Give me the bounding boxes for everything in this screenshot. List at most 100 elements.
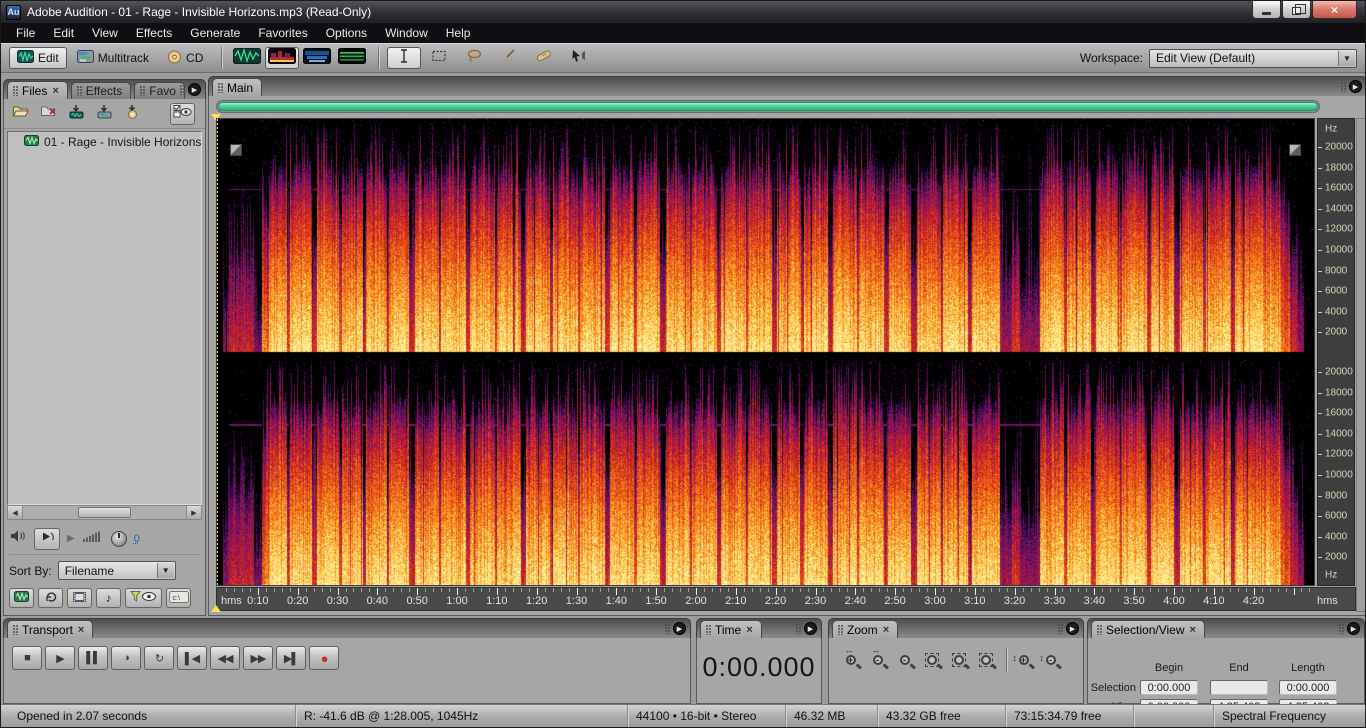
zoom-out-full-button[interactable]: - bbox=[893, 648, 920, 672]
multitrack-view-button[interactable]: Multitrack bbox=[69, 47, 157, 69]
file-item[interactable]: 01 - Rage - Invisible Horizons.mp bbox=[8, 132, 201, 151]
spectral-phase-display-button[interactable] bbox=[335, 47, 369, 69]
play-button[interactable]: ▶ bbox=[45, 646, 75, 670]
menu-effects[interactable]: Effects bbox=[127, 24, 181, 42]
zoom-in-vertical-button[interactable]: +↕ bbox=[1012, 648, 1039, 672]
time-ruler[interactable]: 0:100:200:300:400:501:001:101:201:301:40… bbox=[216, 587, 1356, 611]
zoom-out-horizontal-button[interactable]: -↔ bbox=[866, 648, 893, 672]
menu-window[interactable]: Window bbox=[376, 24, 437, 42]
preview-play-button[interactable]: ▶ bbox=[67, 533, 75, 544]
minimize-button[interactable] bbox=[1252, 1, 1281, 19]
spectral-frequency-display-button[interactable] bbox=[265, 47, 299, 69]
tab-close-icon[interactable]: × bbox=[78, 624, 84, 636]
frequency-ruler[interactable]: Hz20000180001600014000120001000080006000… bbox=[1317, 118, 1355, 586]
rewind-button[interactable]: ◀◀ bbox=[210, 646, 240, 670]
go-to-beginning-button[interactable]: ▌◀ bbox=[177, 646, 207, 670]
selection-end-field[interactable] bbox=[1210, 680, 1268, 695]
panel-menu-button[interactable]: ▶ bbox=[1347, 622, 1360, 635]
file-list-hscrollbar[interactable]: ◀ ▶ bbox=[7, 505, 202, 520]
playhead-marker-bottom[interactable] bbox=[211, 605, 221, 612]
filter-eye-button[interactable] bbox=[125, 588, 162, 608]
zoom-in-left-edge-button[interactable] bbox=[974, 648, 1001, 672]
scrollbar-thumb[interactable] bbox=[78, 507, 130, 518]
sort-by-select[interactable]: Filename ▼ bbox=[58, 561, 176, 580]
scroll-right-icon[interactable]: ▶ bbox=[186, 506, 201, 519]
extract-cd-audio-button[interactable] bbox=[120, 103, 145, 125]
zoom-handle-top-left[interactable] bbox=[230, 144, 242, 156]
pause-button[interactable]: ▌▌ bbox=[78, 646, 108, 670]
tab-time[interactable]: Time× bbox=[700, 620, 762, 638]
fast-forward-button[interactable]: ▶▶ bbox=[243, 646, 273, 670]
import-file-button[interactable] bbox=[8, 103, 33, 125]
tab-main[interactable]: Main bbox=[212, 78, 262, 96]
tab-files[interactable]: Files× bbox=[7, 81, 68, 99]
zoom-out-vertical-button[interactable]: -↕ bbox=[1039, 648, 1066, 672]
spectral-display[interactable] bbox=[216, 118, 1315, 586]
zoom-in-right-edge-button[interactable] bbox=[947, 648, 974, 672]
panel-menu-button[interactable]: ▶ bbox=[673, 622, 686, 635]
edit-view-button[interactable]: Edit bbox=[9, 47, 67, 69]
tab-close-icon[interactable]: × bbox=[52, 85, 58, 97]
current-time-display[interactable]: 0:00.000 bbox=[697, 652, 821, 683]
cd-view-button[interactable]: CD bbox=[159, 47, 211, 69]
vertical-scrollbar-gutter[interactable] bbox=[1356, 118, 1366, 612]
tab-close-icon[interactable]: × bbox=[746, 624, 752, 636]
autoplay-toggle-button[interactable] bbox=[34, 528, 60, 550]
selection-length-field[interactable]: 0:00.000 bbox=[1279, 680, 1337, 695]
go-to-end-button[interactable]: ▶▌ bbox=[276, 646, 306, 670]
panel-menu-button[interactable]: ▶ bbox=[1349, 80, 1362, 93]
show-midi-files-button[interactable]: ♪ bbox=[96, 588, 121, 608]
selection-begin-field[interactable]: 0:00.000 bbox=[1140, 680, 1198, 695]
tab-transport[interactable]: Transport× bbox=[7, 620, 93, 638]
preview-volume-knob[interactable] bbox=[111, 531, 127, 547]
menu-generate[interactable]: Generate bbox=[181, 24, 249, 42]
playhead-line[interactable] bbox=[217, 119, 218, 585]
zoom-to-selection-button[interactable] bbox=[920, 648, 947, 672]
time-selection-tool-button[interactable] bbox=[387, 47, 421, 69]
workspace-select[interactable]: Edit View (Default) ▼ bbox=[1149, 49, 1357, 68]
panel-menu-button[interactable]: ▶ bbox=[804, 622, 817, 635]
scroll-left-icon[interactable]: ◀ bbox=[8, 506, 23, 519]
tab-effects[interactable]: Effects bbox=[71, 82, 131, 99]
menu-options[interactable]: Options bbox=[317, 24, 376, 42]
chevron-down-icon[interactable]: ▼ bbox=[157, 563, 174, 578]
zoom-handle-top-right[interactable] bbox=[1289, 144, 1301, 156]
import-audio-button[interactable] bbox=[64, 103, 89, 125]
tab-zoom[interactable]: Zoom× bbox=[832, 620, 898, 638]
menu-view[interactable]: View bbox=[83, 24, 127, 42]
show-audio-files-button[interactable] bbox=[9, 588, 34, 608]
menu-help[interactable]: Help bbox=[437, 24, 480, 42]
zoom-in-horizontal-button[interactable]: +↔ bbox=[839, 648, 866, 672]
menu-favorites[interactable]: Favorites bbox=[249, 24, 316, 42]
chevron-down-icon[interactable]: ▼ bbox=[1338, 51, 1355, 66]
tab-selection-view[interactable]: Selection/View× bbox=[1091, 620, 1205, 638]
spectrogram-canvas[interactable] bbox=[217, 119, 1314, 585]
waveform-display-button[interactable] bbox=[230, 47, 264, 69]
horizontal-zoom-scrollbar[interactable] bbox=[216, 100, 1320, 113]
tab-favo[interactable]: Favo bbox=[134, 82, 185, 99]
record-button[interactable]: ● bbox=[309, 646, 339, 670]
stop-button[interactable]: ■ bbox=[12, 646, 42, 670]
lasso-selection-tool-button[interactable] bbox=[457, 47, 491, 69]
play-from-cursor-button[interactable]: ◑ bbox=[111, 646, 141, 670]
panel-menu-button[interactable]: ▶ bbox=[1066, 622, 1079, 635]
menu-file[interactable]: File bbox=[7, 24, 44, 42]
tab-close-icon[interactable]: × bbox=[1190, 624, 1196, 636]
spot-healing-brush-tool-button[interactable] bbox=[527, 47, 561, 69]
play-looped-button[interactable]: ↻ bbox=[144, 646, 174, 670]
marquee-selection-tool-button[interactable] bbox=[422, 47, 456, 69]
autoplay-volume-link[interactable]: 0 bbox=[134, 533, 140, 545]
close-file-button[interactable] bbox=[36, 103, 61, 125]
scrollbar-track[interactable] bbox=[23, 506, 186, 519]
effects-paintbrush-tool-button[interactable] bbox=[492, 47, 526, 69]
scrub-tool-button[interactable] bbox=[562, 47, 596, 69]
show-options-button[interactable] bbox=[170, 103, 195, 125]
preview-device-icon[interactable] bbox=[9, 529, 27, 548]
zoom-scrollbar-thumb[interactable] bbox=[218, 102, 1318, 111]
show-full-paths-button[interactable]: c:\ bbox=[166, 588, 191, 608]
panel-menu-button[interactable]: ▶ bbox=[188, 83, 201, 96]
menu-edit[interactable]: Edit bbox=[44, 24, 83, 42]
import-session-button[interactable] bbox=[92, 103, 117, 125]
show-video-files-button[interactable] bbox=[67, 588, 92, 608]
file-list[interactable]: 01 - Rage - Invisible Horizons.mp bbox=[7, 131, 202, 505]
